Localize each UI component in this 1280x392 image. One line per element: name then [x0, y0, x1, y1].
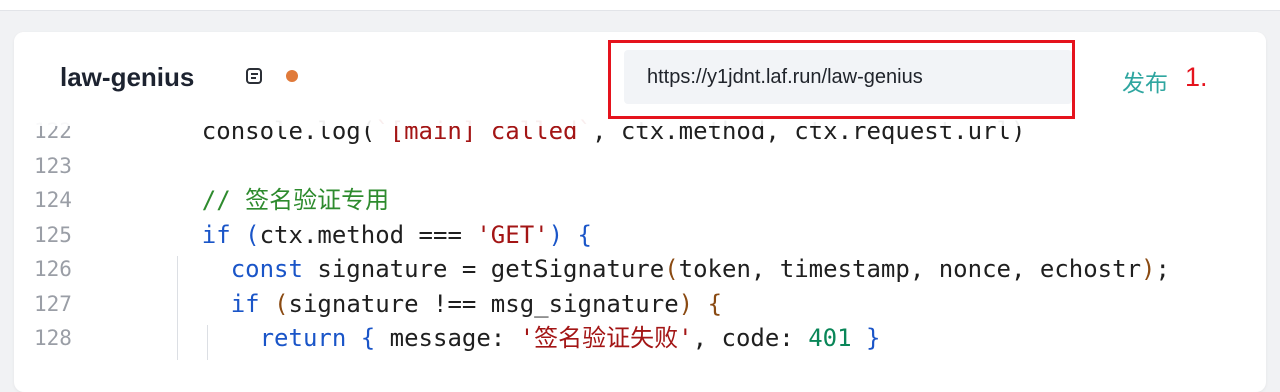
- function-name: law-genius: [60, 62, 195, 92]
- code-token: ): [1141, 255, 1156, 283]
- code-token: (: [274, 289, 289, 318]
- code-token: }: [866, 324, 881, 352]
- line-number: 126: [34, 257, 72, 281]
- code-token: ;: [1155, 255, 1170, 283]
- code-token: token, timestamp, nonce, echostr: [678, 255, 1142, 283]
- red-highlight-box: [608, 40, 1075, 119]
- code-line: 127 if (signature !== msg_signature) {: [14, 287, 1266, 321]
- code-token: signature = getSignature: [302, 255, 665, 283]
- code-token: {: [707, 289, 723, 318]
- code-token: if: [201, 220, 231, 249]
- code-token: (: [664, 255, 679, 283]
- code-token: if: [230, 289, 260, 318]
- document-icon[interactable]: [246, 68, 262, 84]
- code-line: 126 const signature = getSignature(token…: [14, 252, 1266, 286]
- function-header: law-genius https://y1jdnt.laf.run/law-ge…: [14, 32, 1266, 126]
- code-line: 128 return { message: '签名验证失败', code: 40…: [14, 321, 1266, 355]
- code-line: 124 // 签名验证专用: [14, 183, 1266, 217]
- code-token: {: [577, 220, 592, 249]
- unsaved-dot-icon: [286, 70, 298, 82]
- code-text: if (signature !== msg_signature) {: [144, 287, 722, 321]
- code-token: const: [230, 255, 303, 283]
- code-token: ctx.method ===: [259, 220, 477, 249]
- code-text: return { message: '签名验证失败', code: 401 }: [144, 321, 881, 355]
- code-token: ): [678, 289, 694, 318]
- indent-guide: [207, 325, 208, 360]
- line-number: 127: [34, 291, 72, 316]
- line-number: 125: [34, 222, 72, 247]
- code-token: return: [259, 324, 347, 352]
- line-number: 123: [34, 153, 72, 178]
- code-text: const signature = getSignature(token, ti…: [144, 252, 1170, 286]
- code-token: {: [360, 324, 376, 352]
- annotation-label: 1.: [1185, 62, 1208, 92]
- top-toolbar-strip: [0, 0, 1280, 11]
- code-text: // 签名验证专用: [144, 183, 389, 217]
- code-token: '签名验证失败': [519, 324, 693, 352]
- line-number: 128: [34, 326, 72, 350]
- code-token: , code:: [692, 324, 809, 352]
- indent-guide: [177, 256, 178, 360]
- function-editor-panel: 122 console.log(`[main] called`, ctx.met…: [14, 32, 1266, 392]
- code-line: 123: [14, 149, 1266, 183]
- code-token: message:: [375, 324, 520, 352]
- code-token: 'GET': [476, 220, 549, 249]
- code-token: // 签名验证专用: [144, 186, 390, 214]
- line-number: 124: [34, 188, 72, 212]
- code-text: if (ctx.method === 'GET') {: [144, 218, 592, 252]
- publish-button[interactable]: 发布: [1122, 64, 1168, 98]
- code-token: (: [245, 220, 260, 249]
- code-token: ): [548, 220, 564, 249]
- code-token: signature !== msg_signature: [288, 289, 679, 318]
- code-token: 401: [808, 324, 852, 352]
- code-line: 125 if (ctx.method === 'GET') {: [14, 218, 1266, 252]
